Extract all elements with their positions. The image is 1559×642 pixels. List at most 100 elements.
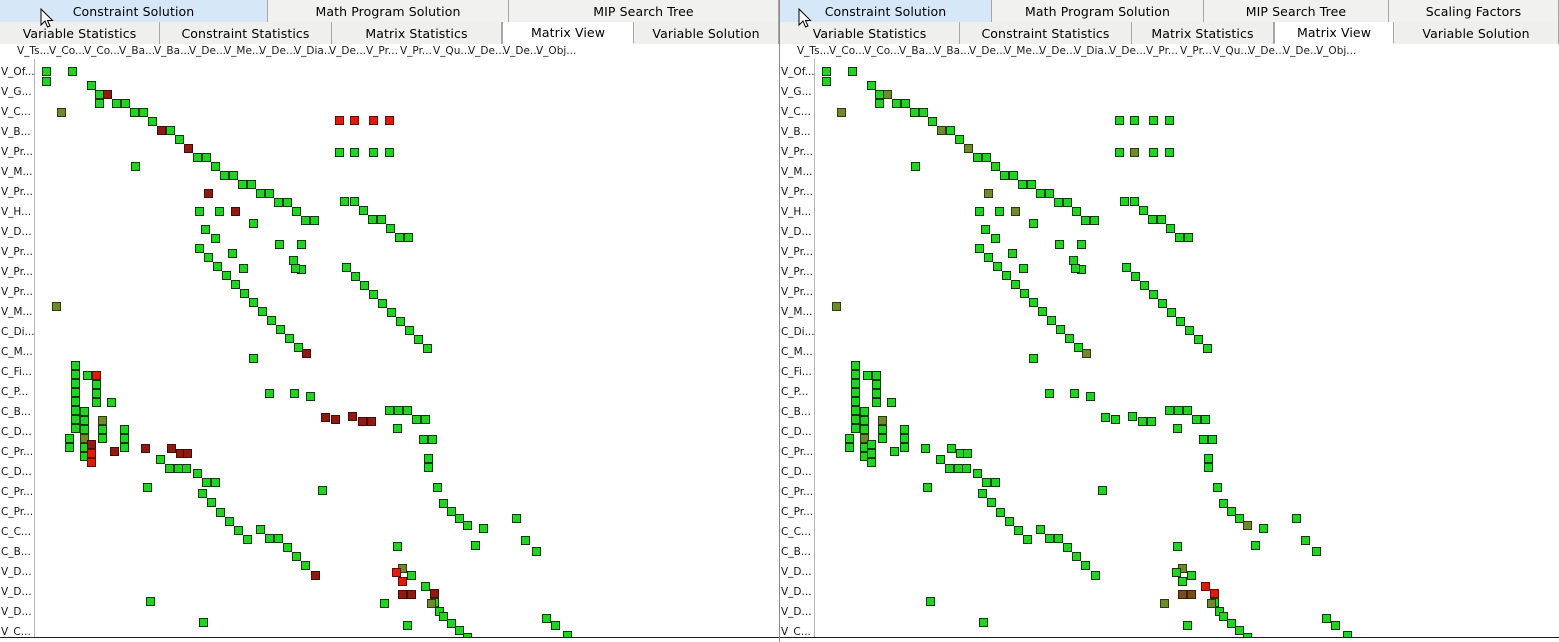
matrix-cell[interactable]: [1019, 264, 1028, 273]
row-label[interactable]: C_Pr...: [1, 486, 33, 498]
matrix-cell[interactable]: [981, 225, 990, 234]
column-header[interactable]: V_De...: [259, 45, 296, 57]
matrix-cell[interactable]: [900, 443, 909, 452]
matrix-cell[interactable]: [285, 334, 294, 343]
row-label[interactable]: C_B...: [781, 546, 811, 558]
matrix-cell[interactable]: [832, 302, 841, 311]
matrix-cell[interactable]: [851, 379, 860, 388]
row-label[interactable]: C_Pr...: [1, 446, 33, 458]
matrix-cell[interactable]: [215, 207, 224, 216]
matrix-cell[interactable]: [867, 440, 876, 449]
column-header[interactable]: V_Dia...: [294, 45, 334, 57]
matrix-cell[interactable]: [71, 406, 80, 415]
matrix-cell[interactable]: [1008, 249, 1017, 258]
row-label[interactable]: C_B...: [781, 406, 811, 418]
matrix-cell[interactable]: [1147, 417, 1156, 426]
row-label[interactable]: V_H...: [1, 206, 31, 218]
matrix-cell[interactable]: [350, 148, 359, 157]
matrix-cell[interactable]: [1072, 552, 1081, 561]
matrix-cell[interactable]: [68, 67, 77, 76]
row-label[interactable]: C_P...: [1, 386, 28, 398]
row-label[interactable]: V_D...: [781, 606, 812, 618]
matrix-cell[interactable]: [110, 447, 119, 456]
matrix-cell[interactable]: [867, 81, 876, 90]
matrix-cell[interactable]: [87, 449, 96, 458]
matrix-cell[interactable]: [919, 108, 928, 117]
matrix-cell[interactable]: [984, 253, 993, 262]
matrix-cell[interactable]: [243, 535, 252, 544]
matrix-cell[interactable]: [1185, 326, 1194, 335]
matrix-cell[interactable]: [1251, 541, 1260, 550]
matrix-cell[interactable]: [71, 388, 80, 397]
matrix-cell[interactable]: [42, 77, 51, 86]
matrix-cell[interactable]: [860, 416, 869, 425]
matrix-cell[interactable]: [1173, 542, 1182, 551]
matrix-cell[interactable]: [380, 599, 389, 608]
matrix-cell[interactable]: [1054, 534, 1063, 543]
matrix-cell[interactable]: [921, 444, 930, 453]
matrix-cell[interactable]: [900, 434, 909, 443]
matrix-cell[interactable]: [955, 135, 964, 144]
column-header[interactable]: V_Ts...: [17, 45, 50, 57]
row-label[interactable]: C_Di...: [781, 326, 815, 338]
matrix-cell[interactable]: [358, 417, 367, 426]
matrix-cell[interactable]: [1243, 521, 1252, 530]
matrix-cell[interactable]: [1131, 272, 1140, 281]
row-label[interactable]: V_D...: [1, 226, 32, 238]
matrix-cell[interactable]: [403, 621, 412, 630]
matrix-cell[interactable]: [65, 443, 74, 452]
matrix-cell[interactable]: [265, 534, 274, 543]
column-header[interactable]: V_De...: [1283, 45, 1320, 57]
matrix-cell[interactable]: [146, 597, 155, 606]
matrix-cell[interactable]: [1098, 486, 1107, 495]
matrix-cell[interactable]: [195, 244, 204, 253]
column-header[interactable]: V_Qu...: [433, 45, 470, 57]
matrix-cell[interactable]: [851, 397, 860, 406]
matrix-cell[interactable]: [350, 197, 359, 206]
matrix-cell[interactable]: [207, 498, 216, 507]
matrix-cell[interactable]: [479, 524, 488, 533]
matrix-cell[interactable]: [1072, 207, 1081, 216]
matrix-cell[interactable]: [131, 162, 140, 171]
matrix-cell[interactable]: [1208, 435, 1217, 444]
row-label[interactable]: C_Pr...: [781, 486, 813, 498]
matrix-cell[interactable]: [92, 398, 101, 407]
left-panel-matrix[interactable]: V_Of... V_G... V_C... V_B... V_Pr... V_M... V_…: [0, 59, 779, 638]
right-tab-constraint-statistics[interactable]: Constraint Statistics: [960, 22, 1132, 44]
matrix-cell[interactable]: [112, 99, 121, 108]
column-header[interactable]: V_Ba...: [119, 45, 155, 57]
row-label[interactable]: V_C...: [781, 106, 811, 118]
matrix-cell[interactable]: [392, 568, 401, 577]
matrix-cell[interactable]: [993, 262, 1002, 271]
matrix-cell[interactable]: [1259, 524, 1268, 533]
left-panel-secondary-tabs[interactable]: Variable Statistics Constraint Statistics…: [0, 22, 779, 44]
matrix-cell[interactable]: [65, 434, 74, 443]
matrix-cell[interactable]: [860, 407, 869, 416]
matrix-cell[interactable]: [1173, 424, 1182, 433]
matrix-cell[interactable]: [1045, 389, 1054, 398]
matrix-cell[interactable]: [368, 215, 377, 224]
matrix-cell[interactable]: [1054, 198, 1063, 207]
row-label[interactable]: C_Fi...: [1, 366, 32, 378]
matrix-cell[interactable]: [292, 207, 301, 216]
row-label[interactable]: V_Pr...: [781, 246, 813, 258]
matrix-cell[interactable]: [1165, 148, 1174, 157]
matrix-cell[interactable]: [851, 406, 860, 415]
matrix-cell[interactable]: [157, 126, 166, 135]
matrix-cell[interactable]: [228, 249, 237, 258]
matrix-cell[interactable]: [1065, 334, 1074, 343]
matrix-cell[interactable]: [863, 371, 872, 380]
matrix-cell[interactable]: [982, 478, 991, 487]
matrix-cell[interactable]: [1045, 189, 1054, 198]
column-header[interactable]: V_De...: [503, 45, 540, 57]
matrix-cell[interactable]: [551, 621, 560, 630]
matrix-cell[interactable]: [265, 189, 274, 198]
matrix-cell[interactable]: [103, 90, 112, 99]
row-label[interactable]: V_Pr...: [1, 286, 33, 298]
row-label[interactable]: V_D...: [1, 606, 32, 618]
row-label[interactable]: V_M...: [781, 166, 813, 178]
left-tab-math-program-solution[interactable]: Math Program Solution: [268, 0, 509, 22]
matrix-cell[interactable]: [1301, 536, 1310, 545]
matrix-cell[interactable]: [991, 162, 1000, 171]
matrix-cell[interactable]: [1063, 543, 1072, 552]
